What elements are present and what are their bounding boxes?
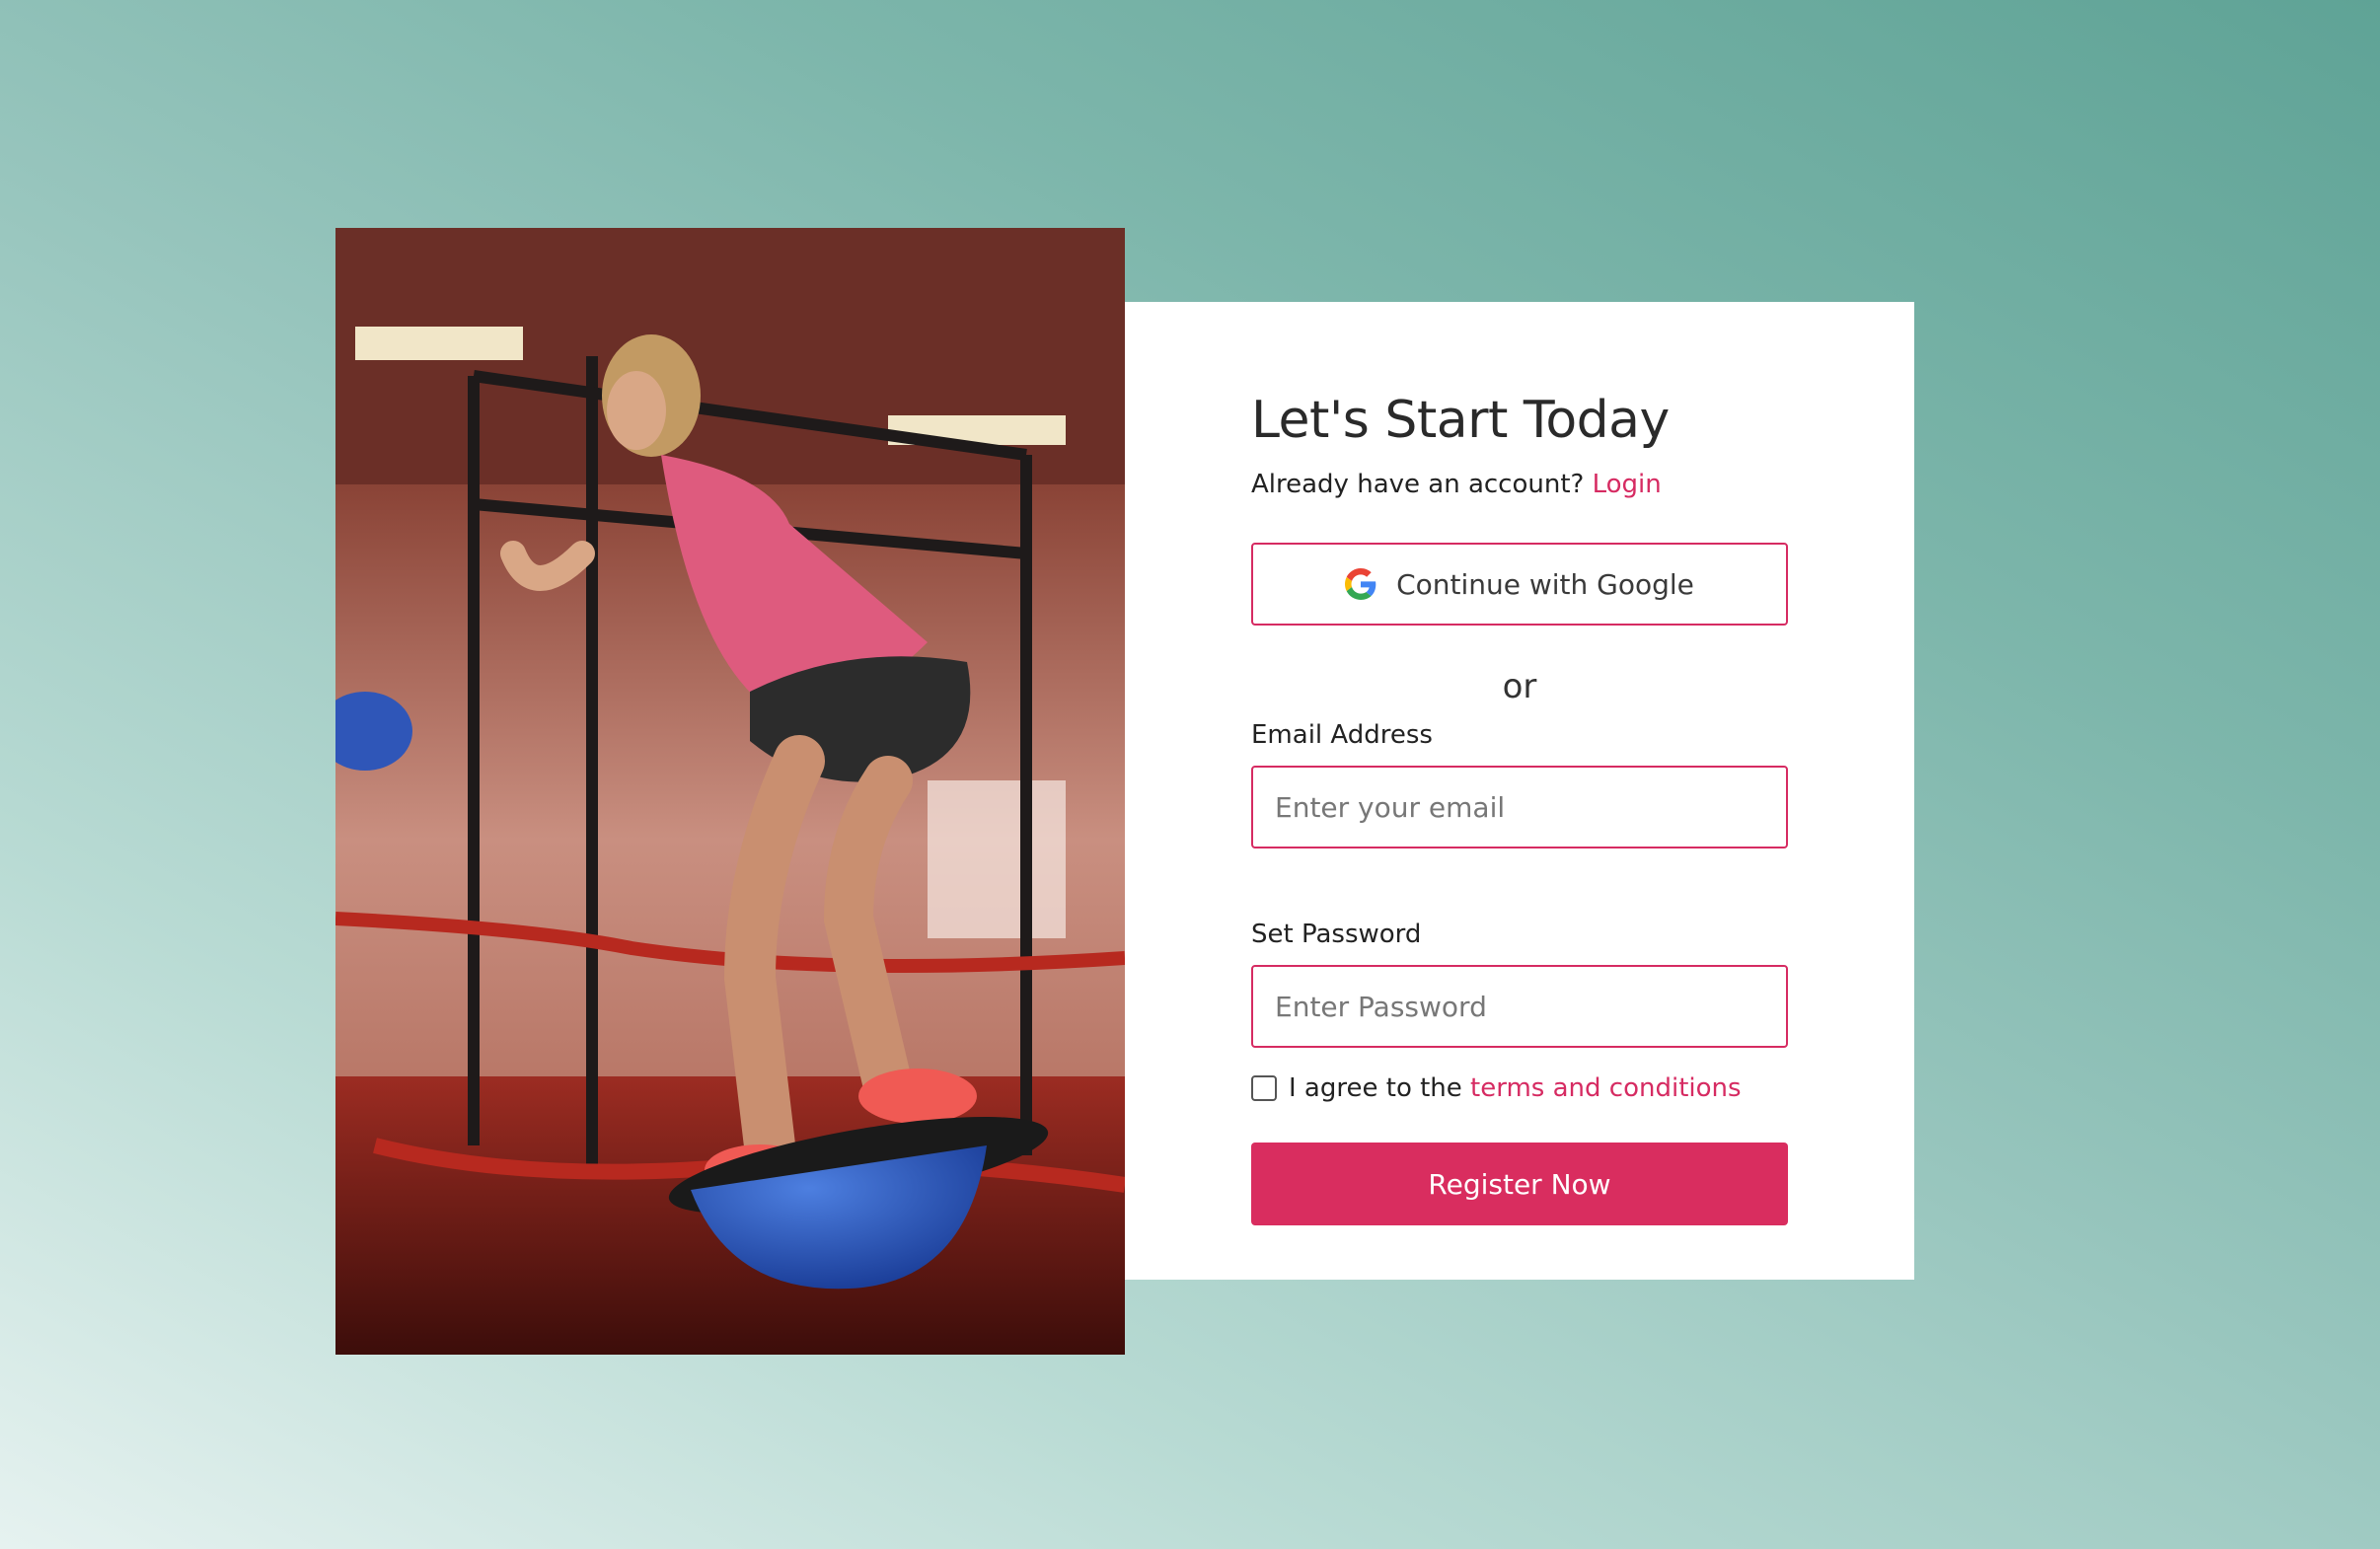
register-card: Let's Start Today Already have an accoun…	[1125, 302, 1914, 1280]
password-label: Set Password	[1251, 920, 1422, 949]
register-form: Let's Start Today Already have an accoun…	[1251, 387, 1788, 1225]
terms-prefix: I agree to the	[1289, 1073, 1462, 1103]
page-title: Let's Start Today	[1251, 391, 1670, 450]
terms-checkbox[interactable]	[1251, 1075, 1277, 1101]
login-prompt: Already have an account? Login	[1251, 468, 1788, 501]
register-button[interactable]: Register Now	[1251, 1143, 1788, 1225]
password-field[interactable]	[1251, 965, 1788, 1048]
login-link[interactable]: Login	[1593, 470, 1662, 499]
divider-or: or	[1502, 667, 1537, 706]
hero-photo	[335, 228, 1125, 1355]
email-field[interactable]	[1251, 766, 1788, 848]
login-prompt-text: Already have an account?	[1251, 470, 1585, 499]
google-signin-button[interactable]: Continue with Google	[1251, 543, 1788, 626]
google-icon	[1345, 568, 1376, 600]
email-label: Email Address	[1251, 720, 1433, 750]
terms-link[interactable]: terms and conditions	[1470, 1073, 1742, 1103]
google-button-label: Continue with Google	[1396, 567, 1694, 601]
terms-agreement: I agree to the terms and conditions	[1251, 1071, 1788, 1105]
fitness-photo-illustration	[335, 228, 1125, 1355]
terms-text: I agree to the terms and conditions	[1289, 1071, 1742, 1105]
